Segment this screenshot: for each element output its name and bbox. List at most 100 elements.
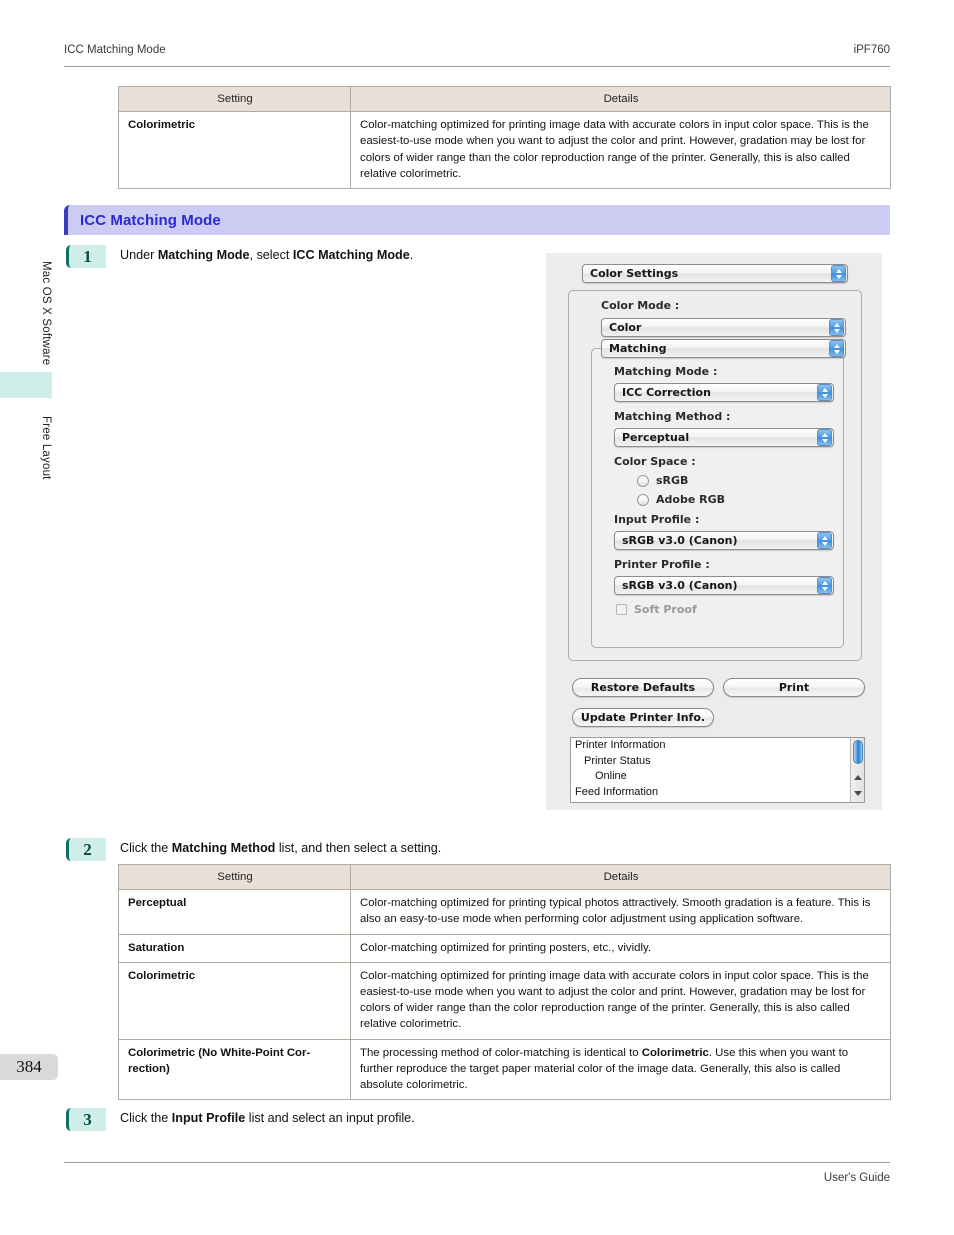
table-row: Colorimetric Color-matching optimized fo… bbox=[118, 111, 891, 189]
table-row: Saturation Color-matching optimized for … bbox=[118, 933, 891, 963]
cell-setting: Colorimetric (No White-Point Cor-rection… bbox=[118, 1038, 351, 1101]
column-header-setting: Setting bbox=[118, 85, 351, 113]
cell-details: Color-matching optimized for printing ty… bbox=[350, 889, 891, 935]
list-scrollbar[interactable] bbox=[850, 738, 864, 802]
input-profile-label: Input Profile : bbox=[614, 513, 700, 526]
print-dialog-screenshot: Color Settings Color Mode : Color Matchi… bbox=[546, 253, 882, 810]
step-2-text-bold-1: Matching Method bbox=[171, 841, 276, 855]
list-item[interactable]: Printer Information bbox=[571, 738, 864, 754]
step-2-text: Click the Matching Method list, and then… bbox=[106, 838, 441, 855]
color-space-label: Color Space : bbox=[614, 455, 696, 468]
chevron-updown-icon bbox=[817, 384, 832, 401]
scroll-down-arrow-icon[interactable] bbox=[854, 791, 862, 796]
color-mode-label: Color Mode : bbox=[601, 299, 680, 312]
matching-method-value: Perceptual bbox=[622, 431, 690, 444]
column-header-setting: Setting bbox=[118, 863, 351, 891]
table-header-row: Setting Details bbox=[118, 863, 891, 891]
sidebar: Mac OS X Software Free Layout 384 bbox=[0, 0, 58, 1235]
radio-adobe-rgb[interactable] bbox=[637, 494, 649, 506]
list-item[interactable]: Printer Status bbox=[571, 754, 864, 770]
panel-selector-popup[interactable]: Color Settings bbox=[582, 264, 848, 283]
input-profile-popup[interactable]: sRGB v3.0 (Canon) bbox=[614, 531, 834, 550]
chevron-updown-icon bbox=[831, 265, 846, 282]
step-1-text-bold-1: Matching Mode bbox=[157, 248, 250, 262]
cell-setting: Colorimetric bbox=[118, 111, 351, 189]
cell-details-bold: Colorimetric bbox=[641, 1046, 709, 1059]
matching-mode-label: Matching Mode : bbox=[614, 365, 718, 378]
sidebar-tab-mac-os-x-software[interactable]: Mac OS X Software bbox=[0, 248, 52, 378]
step-2-text-part: Click the bbox=[120, 841, 172, 855]
scrollbar-thumb[interactable] bbox=[853, 740, 863, 764]
print-button[interactable]: Print bbox=[723, 678, 865, 697]
soft-proof-label: Soft Proof bbox=[634, 603, 697, 616]
matching-method-label: Matching Method : bbox=[614, 410, 731, 423]
printer-profile-popup[interactable]: sRGB v3.0 (Canon) bbox=[614, 576, 834, 595]
radio-srgb-label: sRGB bbox=[656, 474, 689, 487]
cell-setting: Saturation bbox=[118, 933, 351, 963]
step-3-text-part: list and select an input profile. bbox=[245, 1111, 415, 1125]
chevron-updown-icon bbox=[817, 429, 832, 446]
footer-divider bbox=[64, 1162, 890, 1163]
cell-setting: Perceptual bbox=[118, 889, 351, 935]
step-1-text: Under Matching Mode, select ICC Matching… bbox=[106, 245, 413, 262]
printer-information-list[interactable]: Printer Information Printer Status Onlin… bbox=[570, 737, 865, 803]
section-title: ICC Matching Mode bbox=[80, 211, 221, 229]
step-1-text-part: , select bbox=[249, 248, 293, 262]
step-3-text-part: Click the bbox=[120, 1111, 172, 1125]
panel-selector-label: Color Settings bbox=[590, 267, 679, 280]
scroll-up-arrow-icon[interactable] bbox=[854, 775, 862, 780]
step-1-badge: 1 bbox=[66, 245, 106, 268]
cell-details: Color-matching optimized for printing im… bbox=[350, 111, 891, 189]
sidebar-tab-free-layout[interactable]: Free Layout bbox=[0, 400, 52, 496]
column-header-details: Details bbox=[350, 85, 891, 113]
matching-mode-popup[interactable]: ICC Correction bbox=[614, 383, 834, 402]
footer-text: User's Guide bbox=[823, 1172, 890, 1184]
printer-profile-label: Printer Profile : bbox=[614, 558, 710, 571]
cell-details-part: The processing method of color-matching … bbox=[360, 1046, 642, 1059]
page-number: 384 bbox=[0, 1054, 58, 1080]
color-mode-value: Color bbox=[609, 321, 642, 334]
list-item[interactable]: Feed Information bbox=[571, 785, 864, 801]
printer-profile-value: sRGB v3.0 (Canon) bbox=[622, 579, 738, 592]
radio-srgb[interactable] bbox=[637, 475, 649, 487]
step-3-text: Click the Input Profile list and select … bbox=[106, 1108, 415, 1125]
restore-defaults-button[interactable]: Restore Defaults bbox=[572, 678, 714, 697]
color-mode-popup[interactable]: Color bbox=[601, 318, 846, 337]
table-row: Colorimetric (No White-Point Cor-rection… bbox=[118, 1038, 891, 1101]
matching-popup[interactable]: Matching bbox=[601, 339, 846, 358]
chevron-updown-icon bbox=[817, 532, 832, 549]
chevron-updown-icon bbox=[829, 340, 844, 357]
matching-method-popup[interactable]: Perceptual bbox=[614, 428, 834, 447]
step-1-text-part: Under bbox=[120, 248, 158, 262]
input-profile-value: sRGB v3.0 (Canon) bbox=[622, 534, 738, 547]
step-3: 3 Click the Input Profile list and selec… bbox=[66, 1108, 415, 1131]
step-3-badge: 3 bbox=[66, 1108, 106, 1131]
running-head-right: iPF760 bbox=[853, 44, 890, 56]
running-head-left: ICC Matching Mode bbox=[64, 44, 166, 56]
step-3-text-bold-1: Input Profile bbox=[171, 1111, 246, 1125]
step-1-text-bold-2: ICC Matching Mode bbox=[292, 248, 410, 262]
cell-details: Color-matching optimized for printing im… bbox=[350, 961, 891, 1040]
step-2: 2 Click the Matching Method list, and th… bbox=[66, 838, 441, 861]
step-1: 1 Under Matching Mode, select ICC Matchi… bbox=[66, 245, 413, 268]
running-head: ICC Matching Mode iPF760 bbox=[64, 44, 890, 56]
update-printer-info-button[interactable]: Update Printer Info. bbox=[572, 708, 714, 727]
cell-details-rich: The processing method of color-matching … bbox=[350, 1038, 891, 1101]
matching-popup-value: Matching bbox=[609, 342, 667, 355]
settings-table-top: Setting Details Colorimetric Color-match… bbox=[118, 85, 891, 189]
header-divider bbox=[64, 66, 890, 67]
list-item[interactable]: Online bbox=[571, 769, 864, 785]
table-row: Colorimetric Color-matching optimized fo… bbox=[118, 961, 891, 1040]
step-2-badge: 2 bbox=[66, 838, 106, 861]
soft-proof-checkbox[interactable] bbox=[616, 604, 627, 615]
settings-table-bottom: Setting Details Perceptual Color-matchin… bbox=[118, 863, 891, 1101]
column-header-details: Details bbox=[350, 863, 891, 891]
chevron-updown-icon bbox=[817, 577, 832, 594]
cell-details: Color-matching optimized for printing po… bbox=[350, 933, 891, 963]
table-row: Perceptual Color-matching optimized for … bbox=[118, 889, 891, 935]
section-heading-bar: ICC Matching Mode bbox=[64, 205, 890, 235]
table-header-row: Setting Details bbox=[118, 85, 891, 113]
matching-mode-value: ICC Correction bbox=[622, 386, 711, 399]
step-1-text-part: . bbox=[409, 248, 414, 262]
cell-setting: Colorimetric bbox=[118, 961, 351, 1040]
